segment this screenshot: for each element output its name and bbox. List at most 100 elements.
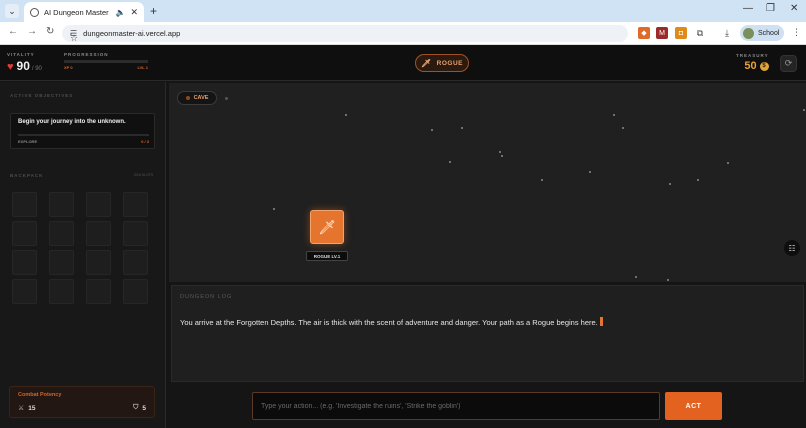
star-particle — [501, 155, 503, 157]
star-particle — [669, 183, 671, 185]
star-particle — [461, 127, 463, 129]
vitality-block: VITALITY ♥ 90 / 90 — [7, 52, 42, 73]
location-name: CAVE — [193, 95, 209, 101]
star-particle — [667, 279, 669, 281]
browser-menu-icon[interactable]: ⋮ — [792, 27, 801, 38]
treasury-label: TREASURY — [736, 53, 769, 58]
profile-chip[interactable]: School — [740, 25, 784, 41]
speaker-icon[interactable]: 🔈 — [115, 8, 125, 17]
download-icon[interactable]: ⤓ — [721, 27, 733, 39]
objective-progress-bar — [18, 134, 149, 136]
restore-icon[interactable]: ❐ — [766, 3, 775, 14]
coin-icon: $ — [759, 61, 769, 71]
potency-title: Combat Potency — [18, 392, 62, 398]
backpack-slot[interactable] — [123, 221, 148, 246]
shield-icon: ⛉ — [133, 404, 139, 411]
star-particle — [635, 276, 637, 278]
act-button[interactable]: ACT — [665, 392, 722, 420]
reload-icon[interactable]: ↻ — [46, 26, 54, 37]
extensions-puzzle-icon[interactable]: ⧉ — [694, 27, 706, 39]
app-root: VITALITY ♥ 90 / 90 PROGRESSION XP 0 LVL … — [0, 45, 806, 428]
dagger-icon: 🗡 — [421, 58, 432, 68]
combat-potency-card: Combat Potency ⚔ 15 ⛉ 5 — [9, 386, 155, 418]
backpack-heading: BACKPACK — [10, 173, 44, 178]
defense-value: 5 — [142, 404, 146, 412]
tab-close-icon[interactable]: ✕ — [130, 7, 138, 18]
star-particle — [499, 151, 501, 153]
objective-title: Begin your journey into the unknown. — [18, 119, 126, 125]
forward-icon[interactable]: → — [27, 26, 37, 37]
backpack-slot[interactable] — [49, 192, 74, 217]
tab-search-icon[interactable]: ⌄ — [5, 4, 19, 18]
map-marker — [225, 97, 228, 100]
log-entry: You arrive at the Forgotten Depths. The … — [180, 317, 603, 327]
sword-icon: ⚔ — [18, 405, 25, 412]
backpack-slot[interactable] — [123, 279, 148, 304]
log-entry-text: You arrive at the Forgotten Depths. The … — [180, 318, 598, 327]
extension-orange-icon[interactable]: ◘ — [675, 27, 687, 39]
star-particle — [803, 109, 805, 111]
treasury-value: 50 — [744, 60, 757, 72]
objective-progress: 0 / 3 — [141, 139, 149, 144]
typing-caret — [599, 317, 603, 326]
refresh-icon: ⟳ — [784, 58, 793, 68]
backpack-slot[interactable] — [86, 221, 111, 246]
map-settings-button[interactable]: ☷ — [784, 240, 800, 256]
extension-m-icon[interactable]: M — [656, 27, 668, 39]
star-particle — [589, 171, 591, 173]
vitality-max: / 90 — [31, 66, 42, 72]
defense-stat: ⛉ 5 — [133, 404, 146, 412]
star-particle — [345, 114, 347, 116]
star-particle — [613, 114, 615, 116]
backpack-slot[interactable] — [49, 279, 74, 304]
dungeon-map: CAVE 🗡 ROGUE LV.1 ☷ — [169, 83, 806, 282]
url-text[interactable]: dungeonmaster-ai.vercel.app — [83, 29, 628, 38]
backpack-slot[interactable] — [86, 250, 111, 275]
backpack-slot[interactable] — [12, 279, 37, 304]
star-particle — [431, 129, 433, 131]
objectives-heading: ACTIVE OBJECTIVES — [10, 93, 74, 98]
backpack-slot[interactable] — [123, 192, 148, 217]
backpack-slot[interactable] — [86, 279, 111, 304]
level-text: LVL 1 — [137, 65, 148, 70]
attack-stat: ⚔ 15 — [18, 404, 36, 413]
new-tab-icon[interactable]: + — [150, 4, 157, 18]
class-name: ROGUE — [436, 59, 463, 67]
progression-block: PROGRESSION XP 0 LVL 1 — [64, 52, 148, 70]
class-badge: 🗡 ROGUE — [415, 54, 469, 72]
sliders-icon: ☷ — [788, 243, 796, 253]
star-particle — [273, 208, 275, 210]
action-bar: ACT — [169, 384, 806, 428]
star-particle — [541, 179, 543, 181]
backpack-slot[interactable] — [49, 221, 74, 246]
backpack-slot[interactable] — [12, 221, 37, 246]
backpack-slot[interactable] — [12, 192, 37, 217]
vitality-label: VITALITY — [7, 52, 35, 57]
dungeon-log: DUNGEON LOG You arrive at the Forgotten … — [171, 285, 804, 382]
player-token[interactable]: 🗡 — [310, 210, 344, 244]
log-heading: DUNGEON LOG — [180, 294, 233, 300]
objective-card: Begin your journey into the unknown. EXP… — [10, 113, 155, 149]
game-header: VITALITY ♥ 90 / 90 PROGRESSION XP 0 LVL … — [0, 45, 806, 81]
refresh-button[interactable]: ⟳ — [780, 55, 797, 72]
minimize-icon[interactable]: — — [743, 3, 753, 14]
dagger-icon: 🗡 — [318, 218, 336, 235]
extension-metamask-icon[interactable]: ◆ — [638, 27, 650, 39]
backpack-slot[interactable] — [123, 250, 148, 275]
back-icon[interactable]: ← — [8, 26, 18, 37]
backpack-slot[interactable] — [12, 250, 37, 275]
xp-text: XP 0 — [64, 65, 73, 70]
star-particle — [449, 161, 451, 163]
backpack-slot[interactable] — [86, 192, 111, 217]
browser-tab[interactable]: AI Dungeon Master 🔈 ✕ — [24, 2, 144, 22]
window-close-icon[interactable]: ✕ — [790, 3, 798, 14]
omnibox[interactable]: ☰ dungeonmaster-ai.vercel.app ☆ — [62, 25, 628, 43]
sidebar: ACTIVE OBJECTIVES Begin your journey int… — [0, 82, 166, 428]
location-dot-icon — [185, 96, 190, 100]
bookmark-star-icon[interactable]: ☆ — [70, 32, 78, 43]
attack-value: 15 — [28, 404, 36, 412]
action-input[interactable] — [252, 392, 660, 420]
location-chip: CAVE — [177, 91, 217, 105]
backpack-slot[interactable] — [49, 250, 74, 275]
xp-progress-bar — [64, 60, 148, 63]
